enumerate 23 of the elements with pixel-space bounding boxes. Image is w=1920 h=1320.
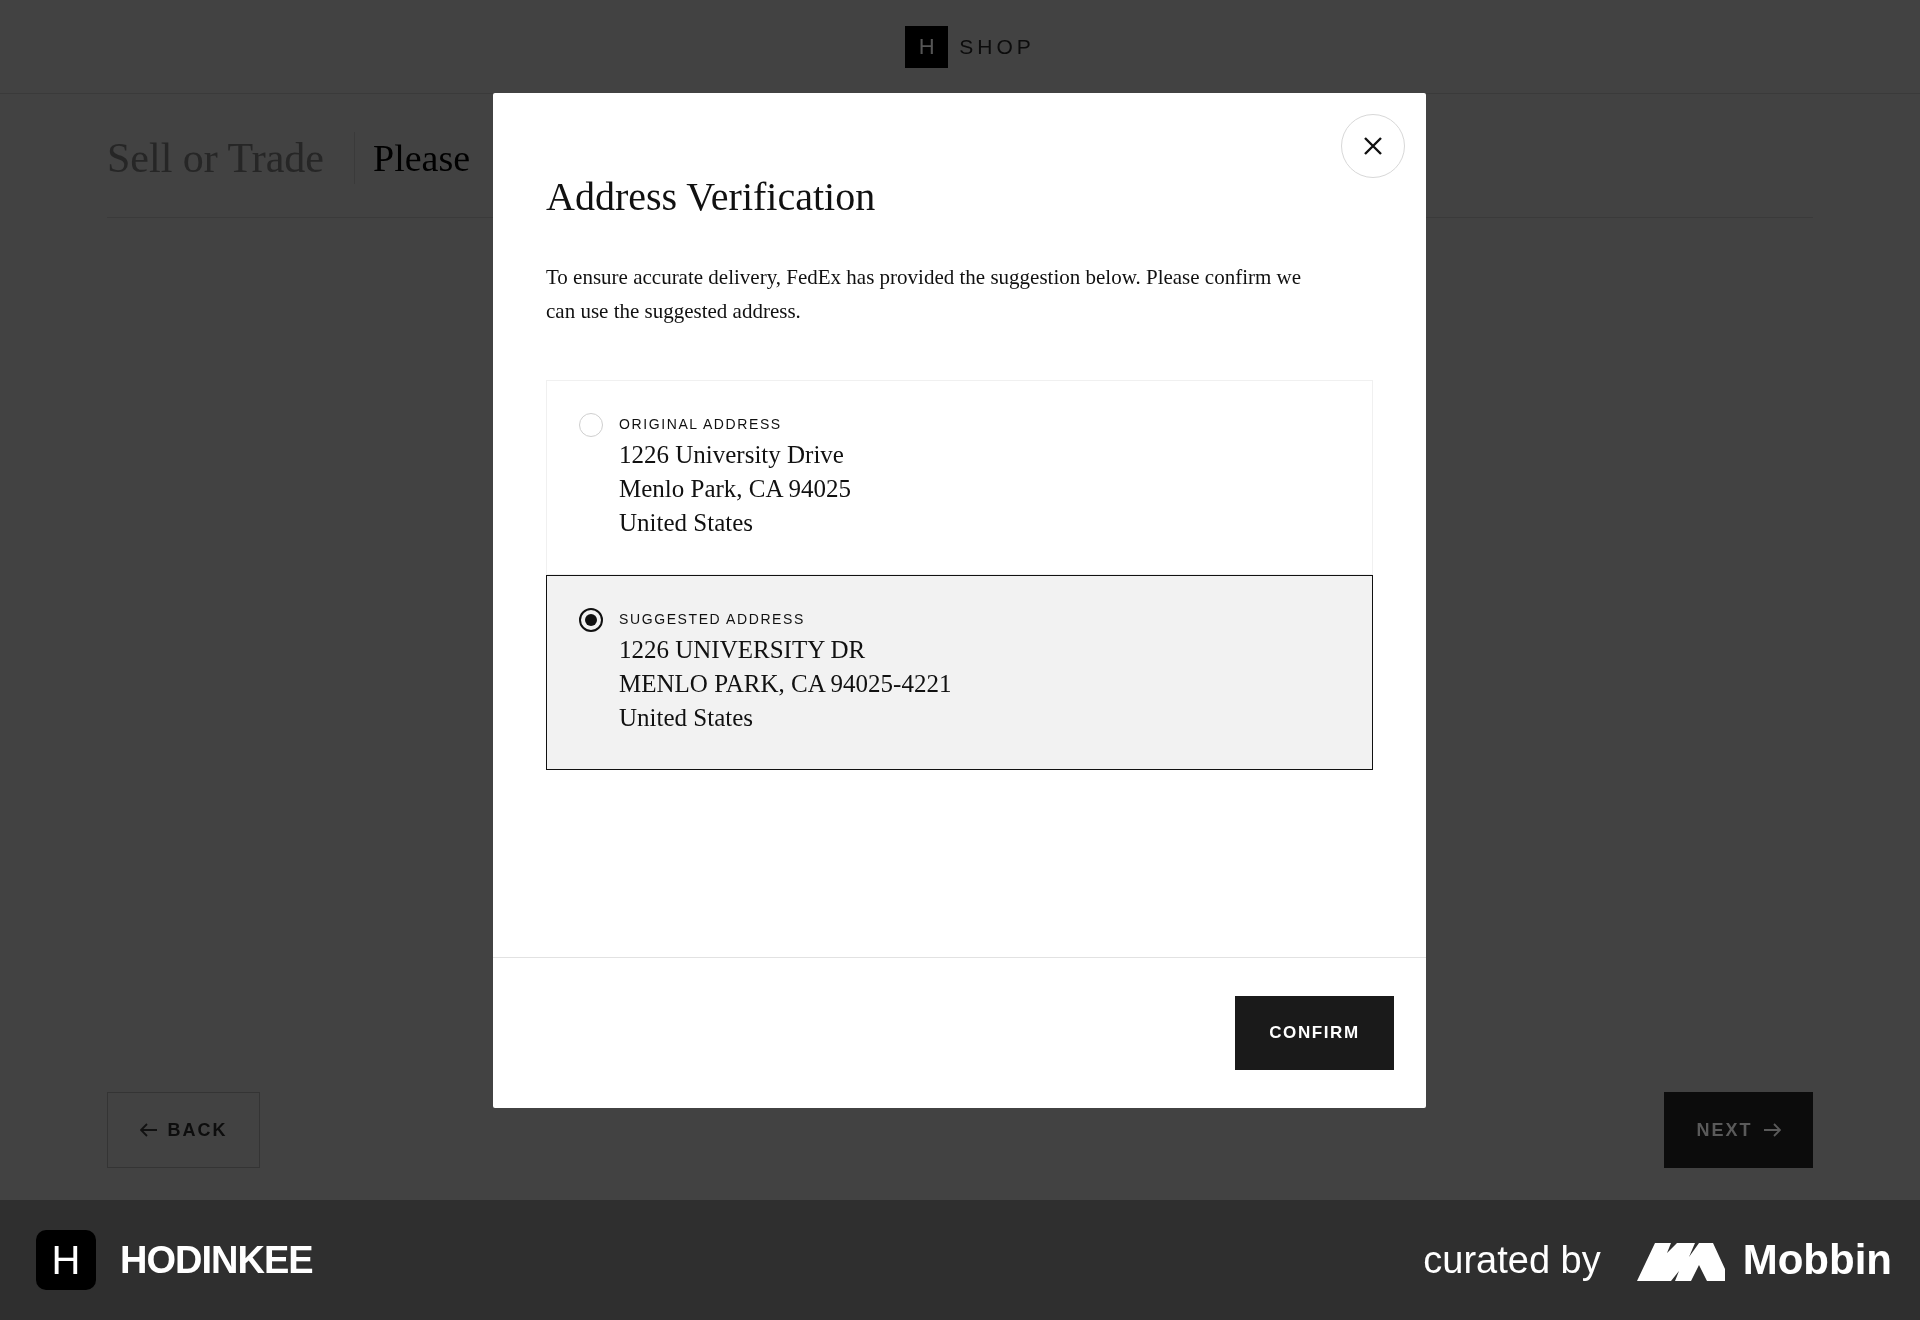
confirm-button[interactable]: CONFIRM [1235, 996, 1394, 1070]
address-line: United States [619, 703, 754, 733]
option-label: SUGGESTED ADDRESS [619, 611, 806, 627]
arrow-right-icon [1762, 1123, 1781, 1137]
page-subtitle: Please [373, 136, 471, 180]
option-label: ORIGINAL ADDRESS [619, 416, 783, 432]
radio-button[interactable] [579, 608, 603, 632]
curator-name: Mobbin [1742, 1236, 1892, 1284]
address-option[interactable]: SUGGESTED ADDRESS 1226 UNIVERSITY DR MENLO PARK, CA 94025-4221 United States [546, 575, 1373, 770]
brand-name: HODINKEE [120, 1238, 313, 1282]
arrow-left-icon [139, 1123, 158, 1137]
address-line: 1226 University Drive [619, 440, 845, 470]
address-line: Menlo Park, CA 94025 [619, 474, 851, 504]
dialog-message: To ensure accurate delivery, FedEx has provided the suggestion below. Please confirm we can use the suggested address. [546, 264, 1303, 325]
address-option[interactable]: ORIGINAL ADDRESS 1226 University Drive Menlo Park, CA 94025 United States [546, 380, 1373, 575]
address-line: United States [619, 508, 754, 538]
brand-logo: H [36, 1230, 96, 1290]
address-line: MENLO PARK, CA 94025-4221 [619, 669, 952, 699]
curated-label: curated by [1423, 1238, 1601, 1282]
address-line: 1226 UNIVERSITY DR [619, 635, 867, 665]
close-icon [1363, 136, 1383, 156]
dialog-title: Address Verification [546, 173, 877, 220]
logo-mark: H [905, 25, 949, 68]
